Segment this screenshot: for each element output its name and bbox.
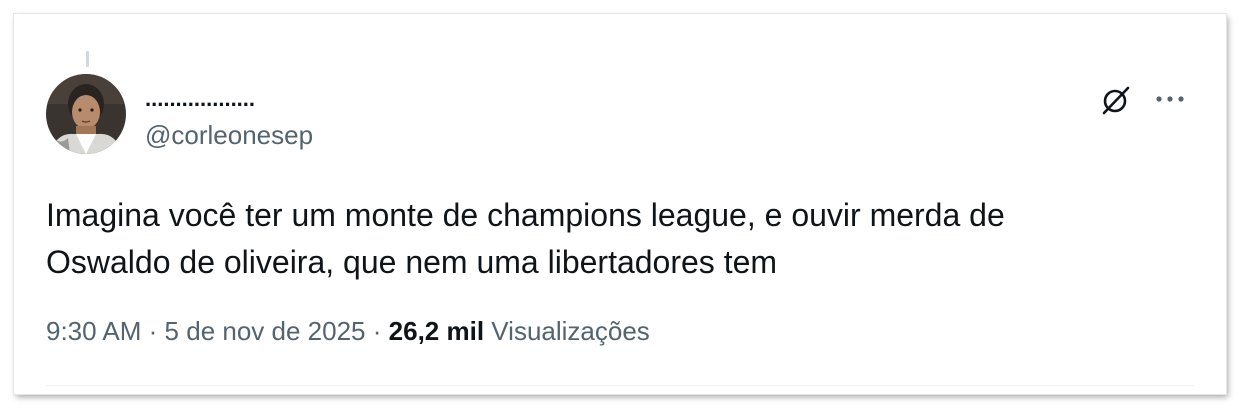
avatar[interactable] <box>46 74 126 154</box>
meta-separator: · <box>372 316 382 346</box>
views-label: Visualizações <box>491 316 650 346</box>
grok-icon[interactable] <box>1100 84 1132 116</box>
more-options-icon[interactable] <box>1152 84 1188 114</box>
views-count: 26,2 mil <box>388 316 485 346</box>
tweet-date[interactable]: 5 de nov de 2025 <box>165 316 366 346</box>
author-handle[interactable]: @corleonesep <box>145 120 313 151</box>
tweet-card[interactable]: .................. @corleonesep Imagina … <box>14 14 1226 394</box>
divider <box>46 385 1194 386</box>
thread-connector-line <box>86 51 89 67</box>
avatar-image <box>46 74 126 154</box>
tweet-time[interactable]: 9:30 AM <box>46 316 141 346</box>
tweet-text-line: Imagina você ter um monte de champions l… <box>46 197 1005 233</box>
tweet-text: Imagina você ter um monte de champions l… <box>46 192 1186 286</box>
tweet-metadata: 9:30 AM · 5 de nov de 2025 · 26,2 mil Vi… <box>46 316 650 347</box>
tweet-text-line: Oswaldo de oliveira, que nem uma liberta… <box>46 244 778 280</box>
meta-separator: · <box>148 316 158 346</box>
author-display-name[interactable]: .................. <box>145 86 255 112</box>
